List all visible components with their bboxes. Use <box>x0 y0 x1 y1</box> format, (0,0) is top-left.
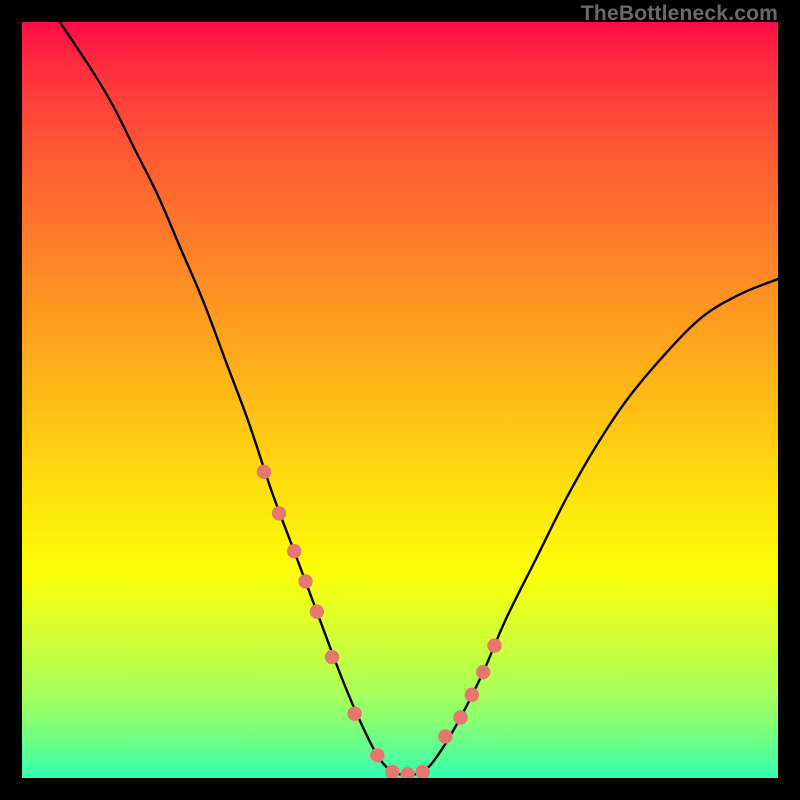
sample-point <box>487 639 501 653</box>
sample-point <box>453 710 467 724</box>
sample-point <box>325 650 339 664</box>
sample-point <box>370 748 384 762</box>
curve-layer <box>22 22 778 778</box>
sample-point <box>310 604 324 618</box>
sample-points <box>257 465 502 778</box>
plot-area <box>22 22 778 778</box>
sample-point <box>272 506 286 520</box>
sample-point <box>347 707 361 721</box>
sample-point <box>438 729 452 743</box>
bottleneck-curve <box>60 22 778 774</box>
chart-frame: TheBottleneck.com <box>0 0 800 800</box>
sample-point <box>298 574 312 588</box>
sample-point <box>257 465 271 479</box>
sample-point <box>476 665 490 679</box>
sample-point <box>465 688 479 702</box>
sample-point <box>287 544 301 558</box>
sample-point <box>400 767 414 778</box>
